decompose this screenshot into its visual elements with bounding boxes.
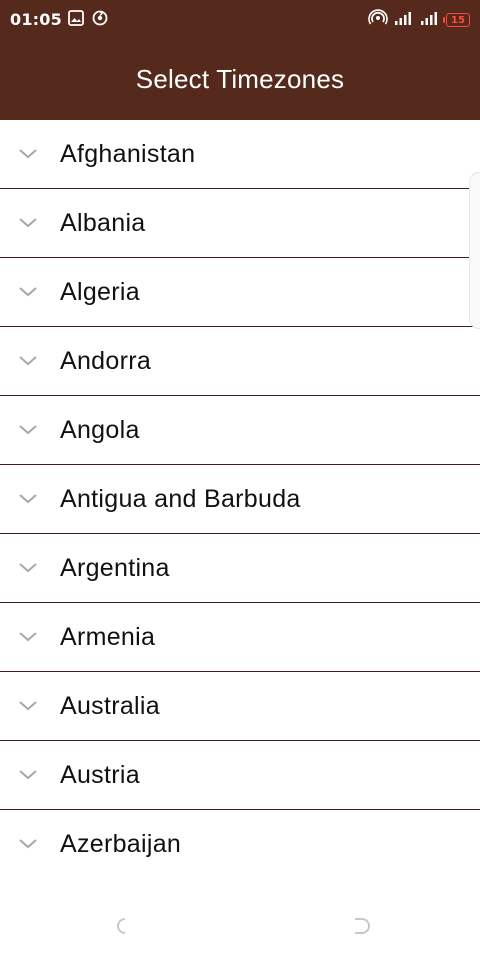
list-item[interactable]: Azerbaijan — [0, 810, 480, 878]
battery-level: 15 — [451, 14, 465, 26]
signal-icon-2 — [420, 10, 440, 30]
list-item-label: Australia — [60, 691, 160, 720]
timezone-list: Afghanistan Albania Algeria Andorra Ango… — [0, 120, 480, 900]
chevron-down-icon — [18, 838, 38, 850]
list-item[interactable]: Algeria — [0, 258, 480, 327]
list-item[interactable]: Armenia — [0, 603, 480, 672]
status-time: 01:05 — [10, 10, 62, 29]
list-item-label: Algeria — [60, 277, 140, 306]
status-left-icons — [67, 9, 109, 31]
battery-icon: 15 — [443, 13, 470, 27]
chevron-down-icon — [18, 631, 38, 643]
system-navigation-bar — [0, 900, 480, 960]
recent-apps-button[interactable] — [350, 916, 370, 936]
list-item-label: Antigua and Barbuda — [60, 484, 301, 513]
chevron-down-icon — [18, 217, 38, 229]
list-item[interactable]: Antigua and Barbuda — [0, 465, 480, 534]
list-item[interactable]: Angola — [0, 396, 480, 465]
list-item-label: Albania — [60, 208, 146, 237]
list-item[interactable]: Afghanistan — [0, 120, 480, 189]
list-item-label: Austria — [60, 760, 140, 789]
list-item[interactable]: Argentina — [0, 534, 480, 603]
chevron-down-icon — [18, 424, 38, 436]
edge-panel-handle[interactable] — [469, 172, 480, 329]
chevron-down-icon — [18, 700, 38, 712]
hotspot-icon — [368, 9, 388, 31]
list-item-label: Azerbaijan — [60, 829, 182, 858]
chevron-down-icon — [18, 562, 38, 574]
back-button[interactable] — [110, 916, 130, 936]
chevron-down-icon — [18, 355, 38, 367]
list-item[interactable]: Albania — [0, 189, 480, 258]
page-title: Select Timezones — [135, 63, 345, 94]
status-right-icons: 15 — [368, 9, 470, 31]
chevron-down-icon — [18, 148, 38, 160]
chevron-down-icon — [18, 493, 38, 505]
chevron-down-icon — [18, 286, 38, 298]
chevron-down-icon — [18, 769, 38, 781]
list-item[interactable]: Australia — [0, 672, 480, 741]
sync-icon — [91, 9, 109, 31]
signal-icon-1 — [394, 10, 414, 30]
image-icon — [67, 9, 85, 31]
list-item-label: Argentina — [60, 553, 170, 582]
list-item[interactable]: Andorra — [0, 327, 480, 396]
list-item-label: Afghanistan — [60, 139, 196, 168]
list-item-label: Armenia — [60, 622, 156, 651]
list-item[interactable]: Austria — [0, 741, 480, 810]
app-bar: Select Timezones — [0, 38, 480, 120]
status-bar: 01:05 15 — [0, 0, 480, 38]
list-item-label: Andorra — [60, 346, 152, 375]
list-item-label: Angola — [60, 415, 140, 444]
